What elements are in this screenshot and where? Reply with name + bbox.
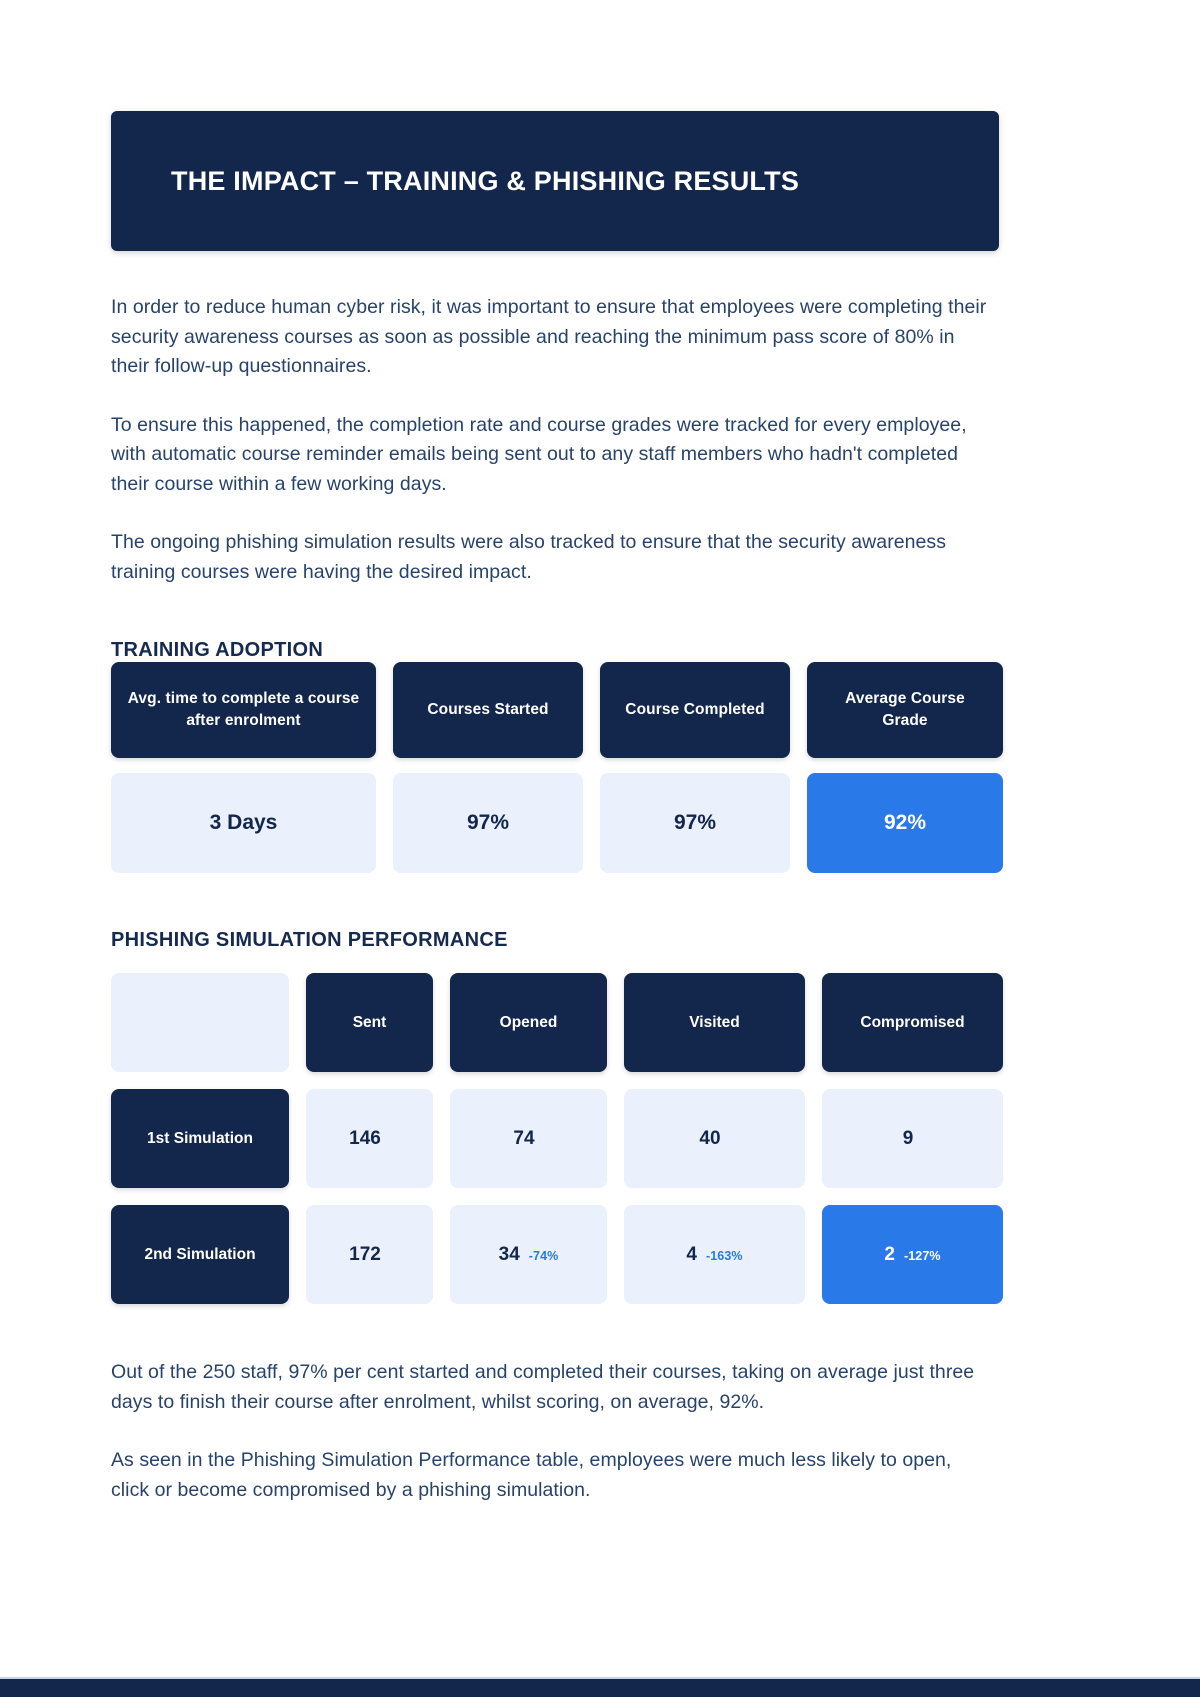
footer-bar <box>0 1679 1200 1697</box>
document-page: THE IMPACT – TRAINING & PHISHING RESULTS… <box>0 0 1200 1697</box>
training-adoption-heading: TRAINING ADOPTION <box>111 639 324 661</box>
training-metric-label: Average Course Grade <box>807 662 1003 758</box>
phishing-cell-sent: 146 <box>306 1089 433 1188</box>
phishing-cell-sent: 172 <box>306 1205 433 1304</box>
training-metric-value: 97% <box>393 773 583 873</box>
training-metric-value: 92% <box>807 773 1003 873</box>
intro-paragraph-1: In order to reduce human cyber risk, it … <box>111 296 987 377</box>
phishing-column-header-visited: Visited <box>624 973 805 1072</box>
training-metric-value: 3 Days <box>111 773 376 873</box>
phishing-cell-visited: 40 <box>624 1089 805 1188</box>
intro-paragraph-2: To ensure this happened, the completion … <box>111 413 967 495</box>
summary-paragraph-1: Out of the 250 staff, 97% per cent start… <box>111 1361 975 1413</box>
training-metric-label: Courses Started <box>393 662 583 758</box>
phishing-cell-delta: -74% <box>528 1248 559 1263</box>
phishing-cell-value: 172 <box>349 1243 381 1265</box>
phishing-cell-compromised: 9 <box>822 1089 1003 1188</box>
phishing-table-row: 2nd Simulation 172 34 -74% 4 -163% 2 -12… <box>111 1205 1003 1304</box>
phishing-cell-opened: 34 -74% <box>450 1205 607 1304</box>
phishing-row-label: 2nd Simulation <box>111 1205 289 1304</box>
training-metric-label: Avg. time to complete a course after enr… <box>111 662 376 758</box>
phishing-cell-value: 2 <box>884 1243 895 1265</box>
phishing-cell-value: 9 <box>902 1127 914 1149</box>
training-metric-label: Course Completed <box>600 662 790 758</box>
summary-paragraph-2: As seen in the Phishing Simulation Perfo… <box>111 1449 952 1501</box>
page-content: THE IMPACT – TRAINING & PHISHING RESULTS… <box>111 0 1003 1505</box>
phishing-cell-delta: -127% <box>903 1248 941 1263</box>
page-title-banner: THE IMPACT – TRAINING & PHISHING RESULTS <box>111 111 999 251</box>
phishing-column-header-sent: Sent <box>306 973 433 1072</box>
phishing-cell-value: 34 <box>498 1243 520 1265</box>
phishing-performance-heading: PHISHING SIMULATION PERFORMANCE <box>111 929 508 951</box>
phishing-table-corner <box>111 973 289 1072</box>
phishing-table-row: 1st Simulation 146 74 40 9 <box>111 1089 1003 1188</box>
phishing-cell-opened: 74 <box>450 1089 607 1188</box>
intro-paragraph-3: The ongoing phishing simulation results … <box>111 531 947 583</box>
training-adoption-value-row: 3 Days 97% 97% 92% <box>111 773 1003 873</box>
phishing-column-header-opened: Opened <box>450 973 607 1072</box>
phishing-cell-value: 74 <box>513 1127 535 1149</box>
training-metric-value: 97% <box>600 773 790 873</box>
page-title: THE IMPACT – TRAINING & PHISHING RESULTS <box>171 165 800 196</box>
phishing-cell-compromised: 2 -127% <box>822 1205 1003 1304</box>
phishing-cell-value: 146 <box>349 1127 381 1149</box>
training-adoption-header-row: Avg. time to complete a course after enr… <box>111 662 1003 758</box>
phishing-cell-visited: 4 -163% <box>624 1205 805 1304</box>
phishing-cell-delta: -163% <box>705 1248 743 1263</box>
phishing-cell-value: 40 <box>699 1127 721 1149</box>
phishing-cell-value: 4 <box>686 1243 697 1265</box>
phishing-row-label: 1st Simulation <box>111 1089 289 1188</box>
phishing-column-header-compromised: Compromised <box>822 973 1003 1072</box>
phishing-table-header-row: Sent Opened Visited Compromised <box>111 973 1003 1072</box>
